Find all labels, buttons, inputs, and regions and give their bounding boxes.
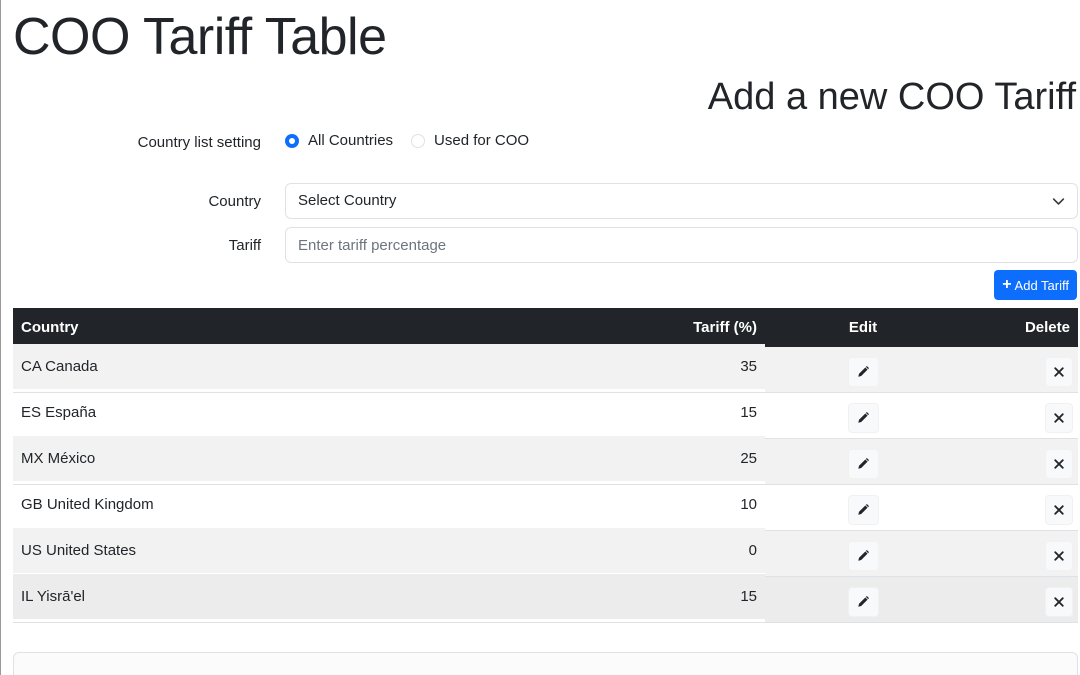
- edit-button[interactable]: [847, 402, 879, 433]
- table-row: CA Canada 35: [13, 344, 1078, 393]
- pencil-icon: [857, 503, 869, 515]
- country-list-radio-group: All Countries Used for COO: [285, 132, 547, 149]
- row-delete-cell: [961, 530, 1078, 577]
- close-icon: [1054, 596, 1064, 607]
- row-edit-cell: [765, 530, 961, 577]
- row-delete-cell: [961, 392, 1078, 439]
- row-edit-cell: [765, 438, 961, 485]
- edit-button[interactable]: [847, 356, 879, 387]
- row-tariff: 10: [549, 481, 765, 528]
- page: COO Tariff Table Add a new COO Tariff Co…: [0, 0, 1080, 675]
- tariff-label: Tariff: [228, 237, 261, 254]
- delete-button[interactable]: [1045, 494, 1073, 525]
- add-tariff-button-label: Add Tariff: [1014, 277, 1069, 293]
- country-select[interactable]: Select Country: [285, 183, 1078, 219]
- header-edit: Edit: [765, 308, 961, 347]
- edit-button[interactable]: [847, 586, 879, 617]
- row-tariff: 0: [549, 527, 765, 574]
- table-row: MX México 25: [13, 435, 1078, 485]
- close-icon: [1054, 504, 1064, 515]
- row-delete-cell: [961, 347, 1078, 393]
- table-row: GB United Kingdom 10: [13, 481, 1078, 531]
- pencil-icon: [857, 549, 869, 561]
- page-title: COO Tariff Table: [13, 8, 387, 66]
- pencil-icon: [857, 411, 869, 423]
- country-label: Country: [208, 193, 261, 210]
- form-title: Add a new COO Tariff: [707, 76, 1076, 118]
- edit-button[interactable]: [847, 448, 879, 479]
- row-country: US United States: [13, 527, 549, 574]
- row-edit-cell: [765, 484, 961, 531]
- delete-button[interactable]: [1045, 448, 1073, 479]
- pencil-icon: [857, 457, 869, 469]
- row-delete-cell: [961, 576, 1078, 623]
- row-edit-cell: [765, 392, 961, 439]
- header-delete: Delete: [961, 308, 1078, 347]
- table-header-row: Country Tariff (%) Edit Delete: [13, 308, 1078, 347]
- row-edit-cell: [765, 576, 961, 623]
- pencil-icon: [857, 365, 869, 377]
- chevron-down-icon: [1052, 184, 1065, 218]
- header-tariff: Tariff (%): [549, 308, 765, 347]
- tariff-input[interactable]: [285, 227, 1078, 263]
- bottom-card: [13, 652, 1078, 675]
- close-icon: [1054, 412, 1064, 423]
- delete-button[interactable]: [1045, 402, 1073, 433]
- radio-all-countries-indicator[interactable]: [285, 133, 299, 148]
- header-country: Country: [13, 308, 549, 347]
- row-tariff: 15: [549, 573, 765, 620]
- row-tariff: 15: [549, 389, 765, 436]
- row-country: ES España: [13, 389, 549, 436]
- country-list-setting-label: Country list setting: [137, 134, 261, 151]
- radio-all-countries[interactable]: All Countries: [285, 132, 393, 149]
- tariff-table: Country Tariff (%) Edit Delete CA Canada…: [13, 308, 1078, 623]
- table-row: IL Yisrā'el 15: [13, 573, 1078, 623]
- delete-button[interactable]: [1045, 586, 1073, 617]
- radio-used-for-coo-label: Used for COO: [434, 132, 530, 149]
- row-tariff: 25: [549, 435, 765, 482]
- edit-button[interactable]: [847, 494, 879, 525]
- table-row: US United States 0: [13, 527, 1078, 577]
- radio-used-for-coo[interactable]: Used for COO: [411, 132, 529, 149]
- row-edit-cell: [765, 347, 961, 393]
- row-tariff: 35: [549, 344, 765, 390]
- table-row: ES España 15: [13, 389, 1078, 439]
- close-icon: [1054, 366, 1064, 377]
- radio-used-for-coo-indicator[interactable]: [411, 133, 426, 148]
- delete-button[interactable]: [1045, 356, 1073, 387]
- row-country: GB United Kingdom: [13, 481, 549, 528]
- row-country: IL Yisrā'el: [13, 573, 549, 620]
- plus-icon: +: [1002, 276, 1012, 293]
- add-tariff-button[interactable]: + Add Tariff: [994, 270, 1077, 300]
- row-country: CA Canada: [13, 344, 549, 390]
- radio-all-countries-label: All Countries: [308, 132, 394, 149]
- pencil-icon: [857, 595, 869, 607]
- close-icon: [1054, 550, 1064, 561]
- close-icon: [1054, 458, 1064, 469]
- row-delete-cell: [961, 438, 1078, 485]
- row-country: MX México: [13, 435, 549, 482]
- delete-button[interactable]: [1045, 540, 1073, 571]
- edit-button[interactable]: [847, 540, 879, 571]
- row-delete-cell: [961, 484, 1078, 531]
- country-select-value: Select Country: [298, 192, 397, 209]
